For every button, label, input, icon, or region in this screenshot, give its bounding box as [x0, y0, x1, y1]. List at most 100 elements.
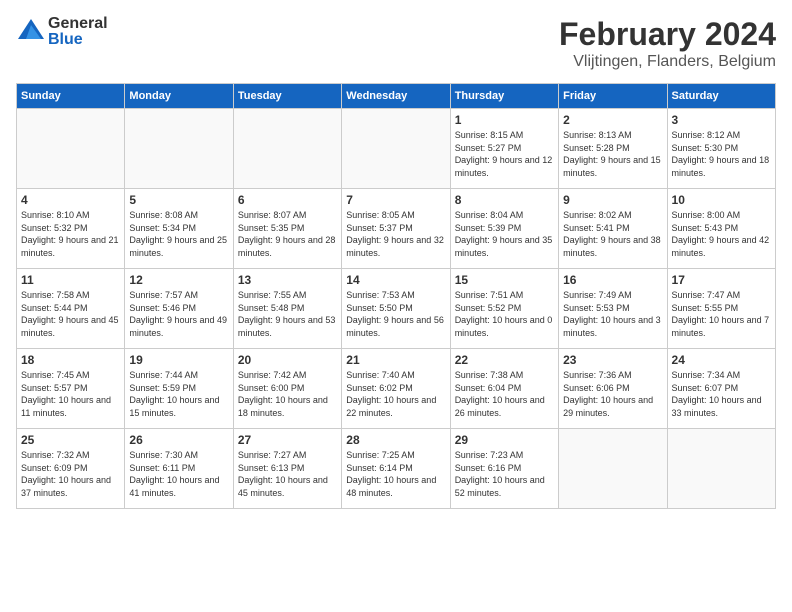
day-number: 27 — [238, 433, 337, 447]
weekday-header-friday: Friday — [559, 84, 667, 109]
day-number: 26 — [129, 433, 228, 447]
day-info: Sunrise: 7:40 AMSunset: 6:02 PMDaylight:… — [346, 369, 445, 419]
day-info: Sunrise: 8:02 AMSunset: 5:41 PMDaylight:… — [563, 209, 662, 259]
day-number: 14 — [346, 273, 445, 287]
day-number: 3 — [672, 113, 771, 127]
day-info: Sunrise: 7:34 AMSunset: 6:07 PMDaylight:… — [672, 369, 771, 419]
calendar-cell — [233, 109, 341, 189]
day-info: Sunrise: 8:05 AMSunset: 5:37 PMDaylight:… — [346, 209, 445, 259]
calendar-cell: 29Sunrise: 7:23 AMSunset: 6:16 PMDayligh… — [450, 429, 558, 509]
weekday-header-wednesday: Wednesday — [342, 84, 450, 109]
day-number: 24 — [672, 353, 771, 367]
weekday-header-monday: Monday — [125, 84, 233, 109]
day-number: 1 — [455, 113, 554, 127]
calendar-cell: 26 Sunrise: 7:30 AMSunset: 6:11 PMDayligh… — [125, 429, 233, 509]
day-info: Sunrise: 7:57 AMSunset: 5:46 PMDaylight:… — [129, 289, 228, 339]
month-title: February 2024 — [559, 16, 776, 53]
calendar-cell: 11 Sunrise: 7:58 AMSunset: 5:44 PMDayligh… — [17, 269, 125, 349]
day-info: Sunrise: 7:42 AMSunset: 6:00 PMDaylight:… — [238, 369, 337, 419]
week-row-4: 18Sunrise: 7:45 AMSunset: 5:57 PMDayligh… — [17, 349, 776, 429]
day-info: Sunrise: 8:15 AMSunset: 5:27 PMDaylight:… — [455, 129, 554, 179]
weekday-header-tuesday: Tuesday — [233, 84, 341, 109]
day-number: 19 — [129, 353, 228, 367]
week-row-1: 1 Sunrise: 8:15 AMSunset: 5:27 PMDaylight… — [17, 109, 776, 189]
day-number: 23 — [563, 353, 662, 367]
calendar-cell: 2 Sunrise: 8:13 AMSunset: 5:28 PMDaylight… — [559, 109, 667, 189]
weekday-header-thursday: Thursday — [450, 84, 558, 109]
calendar-cell: 18Sunrise: 7:45 AMSunset: 5:57 PMDayligh… — [17, 349, 125, 429]
day-number: 13 — [238, 273, 337, 287]
week-row-2: 4 Sunrise: 8:10 AMSunset: 5:32 PMDaylight… — [17, 189, 776, 269]
day-info: Sunrise: 7:51 AMSunset: 5:52 PMDaylight:… — [455, 289, 554, 339]
weekday-header-sunday: Sunday — [17, 84, 125, 109]
calendar-cell — [342, 109, 450, 189]
day-number: 4 — [21, 193, 120, 207]
calendar-cell: 16Sunrise: 7:49 AMSunset: 5:53 PMDayligh… — [559, 269, 667, 349]
day-number: 8 — [455, 193, 554, 207]
day-number: 2 — [563, 113, 662, 127]
calendar-cell: 9 Sunrise: 8:02 AMSunset: 5:41 PMDaylight… — [559, 189, 667, 269]
day-number: 25 — [21, 433, 120, 447]
calendar-cell — [125, 109, 233, 189]
day-number: 10 — [672, 193, 771, 207]
logo-icon — [16, 17, 46, 47]
calendar-cell: 10Sunrise: 8:00 AMSunset: 5:43 PMDayligh… — [667, 189, 775, 269]
calendar-cell: 22 Sunrise: 7:38 AMSunset: 6:04 PMDayligh… — [450, 349, 558, 429]
day-number: 7 — [346, 193, 445, 207]
calendar-cell: 19 Sunrise: 7:44 AMSunset: 5:59 PMDayligh… — [125, 349, 233, 429]
day-info: Sunrise: 8:07 AMSunset: 5:35 PMDaylight:… — [238, 209, 337, 259]
day-info: Sunrise: 8:13 AMSunset: 5:28 PMDaylight:… — [563, 129, 662, 179]
day-info: Sunrise: 8:08 AMSunset: 5:34 PMDaylight:… — [129, 209, 228, 259]
calendar-cell: 4 Sunrise: 8:10 AMSunset: 5:32 PMDaylight… — [17, 189, 125, 269]
day-info: Sunrise: 7:58 AMSunset: 5:44 PMDaylight:… — [21, 289, 120, 339]
calendar-cell: 24 Sunrise: 7:34 AMSunset: 6:07 PMDayligh… — [667, 349, 775, 429]
day-number: 15 — [455, 273, 554, 287]
day-number: 16 — [563, 273, 662, 287]
day-info: Sunrise: 7:44 AMSunset: 5:59 PMDaylight:… — [129, 369, 228, 419]
logo-general-text: General — [48, 16, 108, 32]
calendar-cell: 13 Sunrise: 7:55 AMSunset: 5:48 PMDayligh… — [233, 269, 341, 349]
day-number: 22 — [455, 353, 554, 367]
calendar-cell: 3Sunrise: 8:12 AMSunset: 5:30 PMDaylight… — [667, 109, 775, 189]
day-number: 11 — [21, 273, 120, 287]
logo-blue-text: Blue — [48, 32, 108, 48]
week-row-5: 25 Sunrise: 7:32 AMSunset: 6:09 PMDayligh… — [17, 429, 776, 509]
calendar-cell — [17, 109, 125, 189]
week-row-3: 11 Sunrise: 7:58 AMSunset: 5:44 PMDayligh… — [17, 269, 776, 349]
day-info: Sunrise: 7:47 AMSunset: 5:55 PMDaylight:… — [672, 289, 771, 339]
calendar-cell: 21 Sunrise: 7:40 AMSunset: 6:02 PMDayligh… — [342, 349, 450, 429]
calendar-cell: 27 Sunrise: 7:27 AMSunset: 6:13 PMDayligh… — [233, 429, 341, 509]
day-info: Sunrise: 7:53 AMSunset: 5:50 PMDaylight:… — [346, 289, 445, 339]
day-number: 18 — [21, 353, 120, 367]
day-info: Sunrise: 7:27 AMSunset: 6:13 PMDaylight:… — [238, 449, 337, 499]
calendar-cell: 28Sunrise: 7:25 AMSunset: 6:14 PMDayligh… — [342, 429, 450, 509]
calendar-cell: 15 Sunrise: 7:51 AMSunset: 5:52 PMDayligh… — [450, 269, 558, 349]
calendar-cell: 17Sunrise: 7:47 AMSunset: 5:55 PMDayligh… — [667, 269, 775, 349]
day-info: Sunrise: 7:55 AMSunset: 5:48 PMDaylight:… — [238, 289, 337, 339]
calendar-cell: 8 Sunrise: 8:04 AMSunset: 5:39 PMDaylight… — [450, 189, 558, 269]
day-info: Sunrise: 7:30 AMSunset: 6:11 PMDaylight:… — [129, 449, 228, 499]
day-info: Sunrise: 7:38 AMSunset: 6:04 PMDaylight:… — [455, 369, 554, 419]
day-number: 6 — [238, 193, 337, 207]
day-info: Sunrise: 7:32 AMSunset: 6:09 PMDaylight:… — [21, 449, 120, 499]
header: General Blue February 2024 Vlijtingen, F… — [16, 16, 776, 71]
day-info: Sunrise: 8:04 AMSunset: 5:39 PMDaylight:… — [455, 209, 554, 259]
day-number: 9 — [563, 193, 662, 207]
day-info: Sunrise: 7:25 AMSunset: 6:14 PMDaylight:… — [346, 449, 445, 499]
calendar-cell: 14 Sunrise: 7:53 AMSunset: 5:50 PMDayligh… — [342, 269, 450, 349]
day-number: 5 — [129, 193, 228, 207]
calendar-cell: 6 Sunrise: 8:07 AMSunset: 5:35 PMDaylight… — [233, 189, 341, 269]
calendar-table: SundayMondayTuesdayWednesdayThursdayFrid… — [16, 83, 776, 509]
logo: General Blue — [16, 16, 108, 48]
day-info: Sunrise: 8:10 AMSunset: 5:32 PMDaylight:… — [21, 209, 120, 259]
calendar-cell: 1 Sunrise: 8:15 AMSunset: 5:27 PMDaylight… — [450, 109, 558, 189]
day-info: Sunrise: 7:23 AMSunset: 6:16 PMDaylight:… — [455, 449, 554, 499]
title-area: February 2024 Vlijtingen, Flanders, Belg… — [559, 16, 776, 71]
day-number: 21 — [346, 353, 445, 367]
calendar-cell: 7 Sunrise: 8:05 AMSunset: 5:37 PMDaylight… — [342, 189, 450, 269]
weekday-header-saturday: Saturday — [667, 84, 775, 109]
calendar-cell: 5 Sunrise: 8:08 AMSunset: 5:34 PMDaylight… — [125, 189, 233, 269]
calendar-cell: 25 Sunrise: 7:32 AMSunset: 6:09 PMDayligh… — [17, 429, 125, 509]
day-info: Sunrise: 7:36 AMSunset: 6:06 PMDaylight:… — [563, 369, 662, 419]
location: Vlijtingen, Flanders, Belgium — [559, 53, 776, 71]
